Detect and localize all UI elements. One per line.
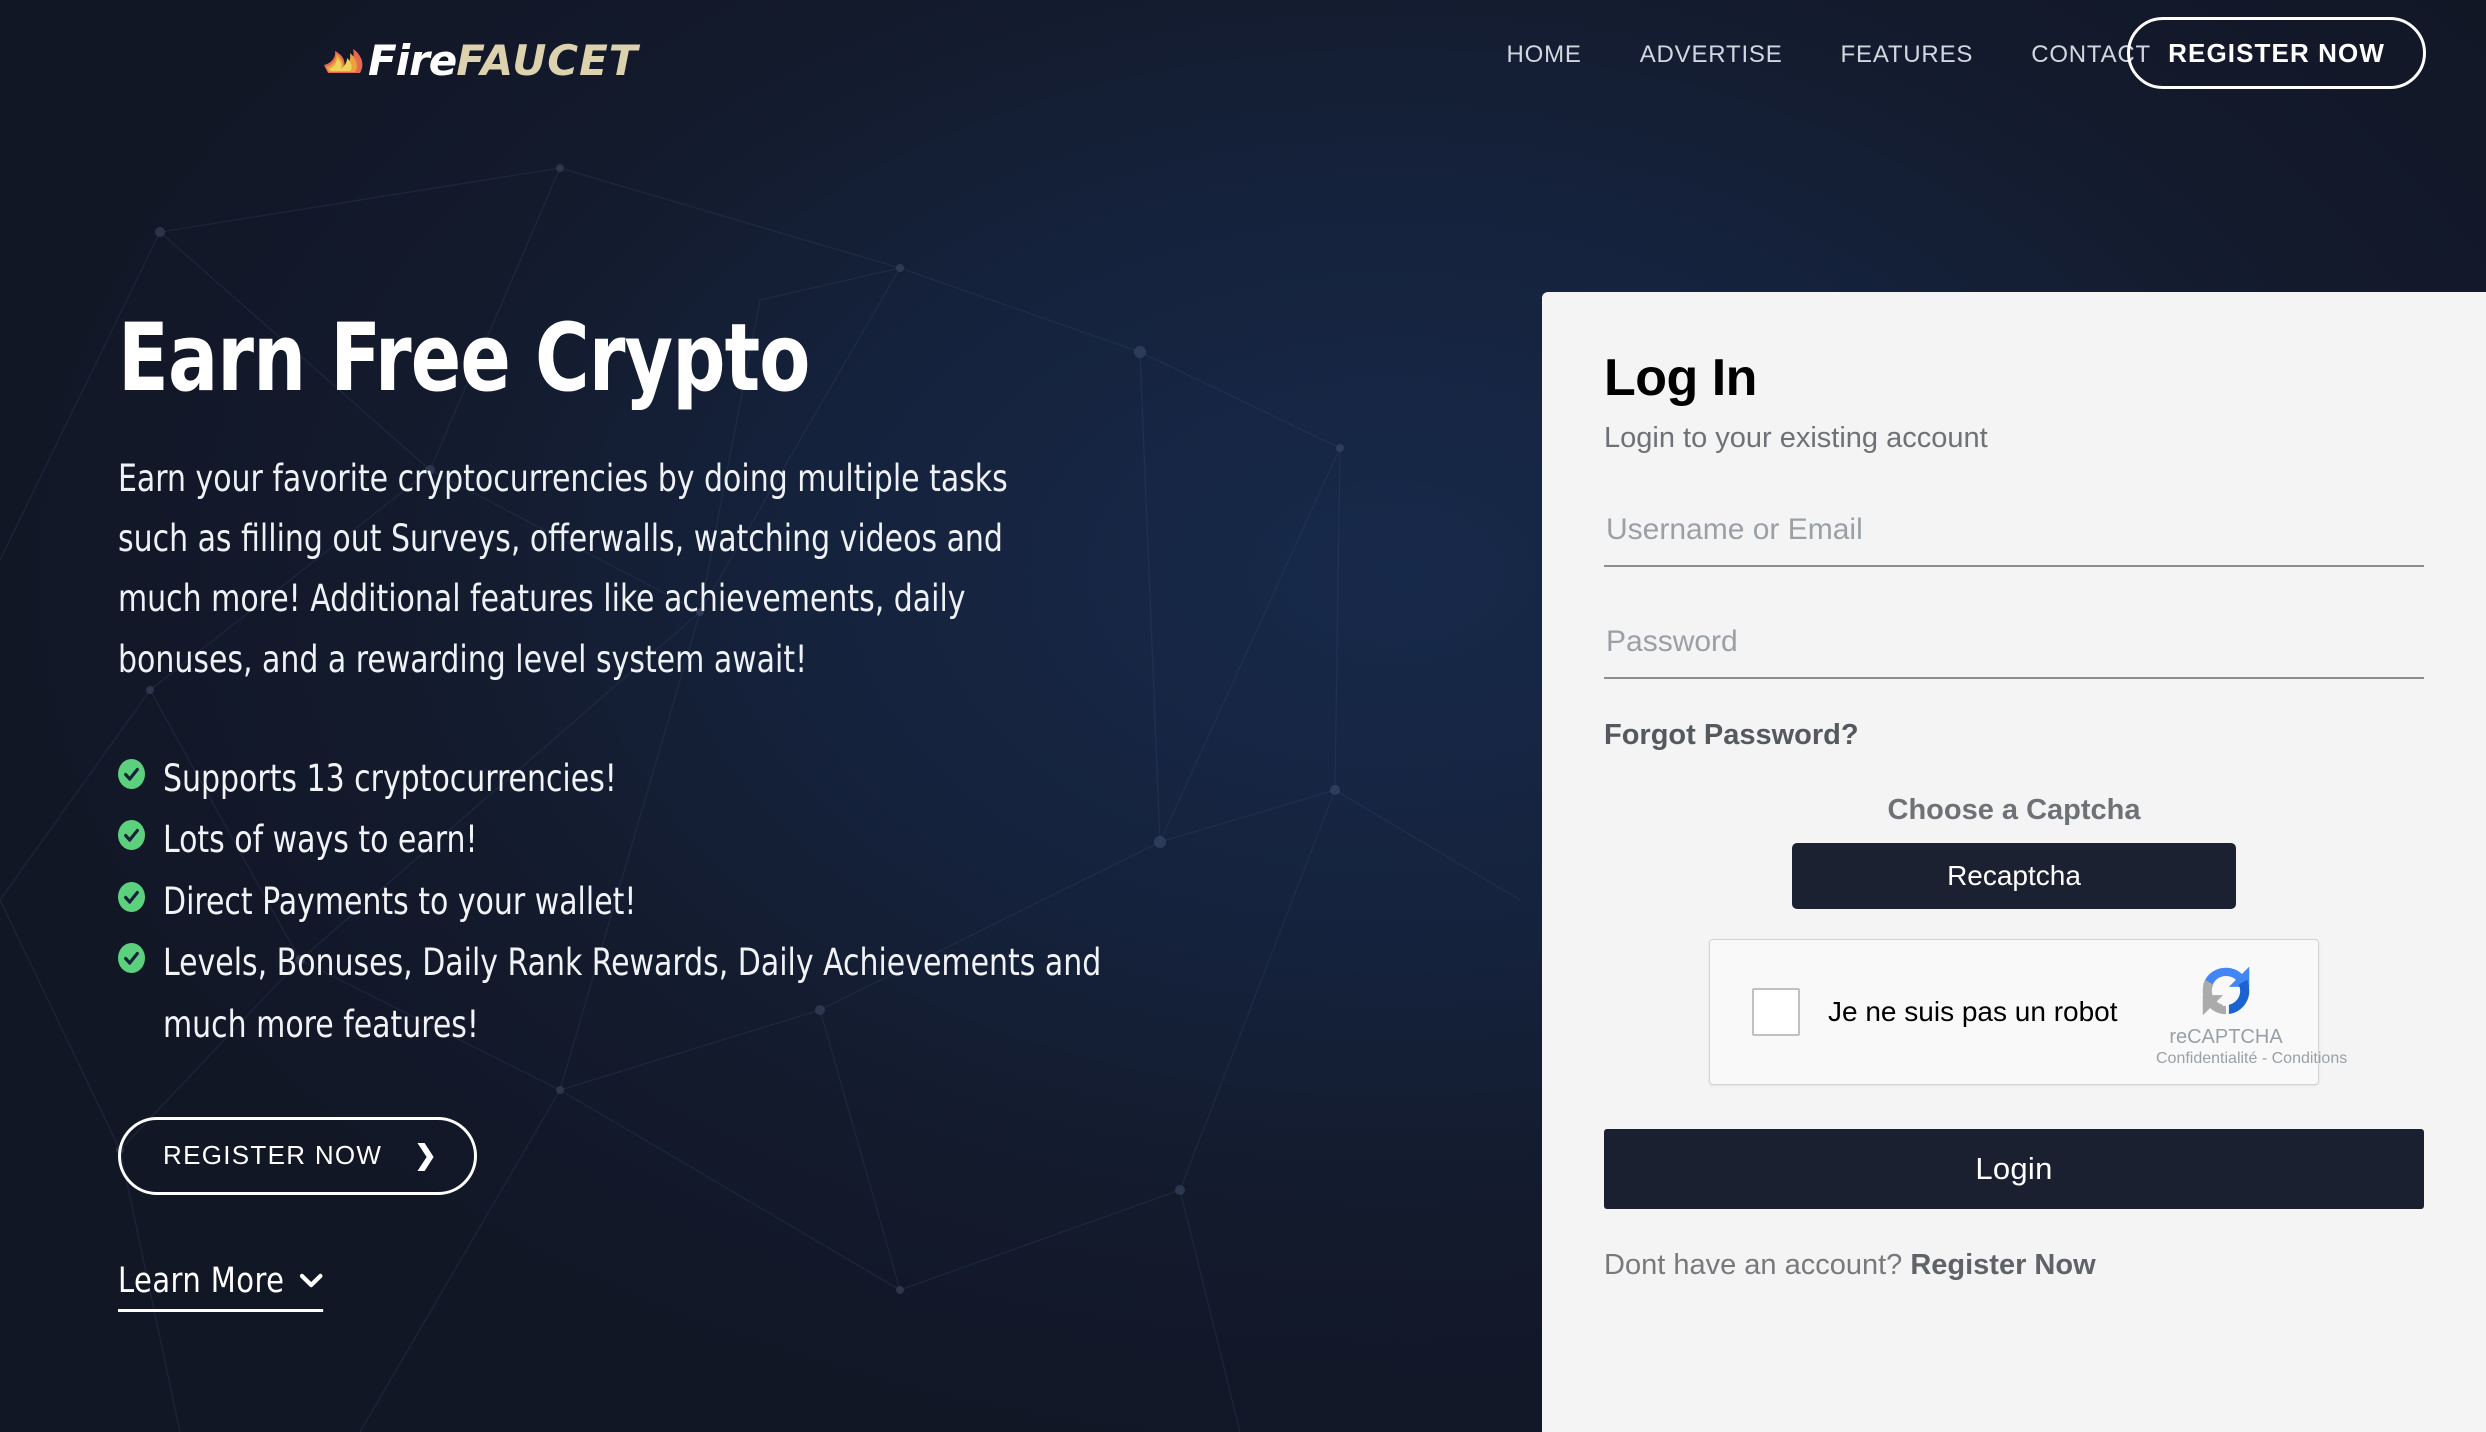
choose-captcha-label: Choose a Captcha (1887, 794, 2141, 826)
feature-item: Direct Payments to your wallet! (118, 871, 1126, 932)
logo-text-faucet: FAUCET (456, 35, 639, 85)
learn-more-link[interactable]: Learn More (118, 1260, 324, 1312)
signup-register-link[interactable]: Register Now (1910, 1249, 2095, 1281)
chevron-right-icon: ❯ (414, 1140, 439, 1171)
hero-section: Earn Free Crypto Earn your favorite cryp… (118, 304, 1238, 1312)
recaptcha-option-button[interactable]: Recaptcha (1792, 843, 2236, 909)
check-circle-icon (118, 943, 145, 974)
hero-description: Earn your favorite cryptocurrencies by d… (118, 456, 1008, 681)
check-circle-icon (118, 820, 145, 851)
site-header: FireFAUCET HOME ADVERTISE FEATURES CONTA… (0, 0, 2486, 128)
check-circle-icon (118, 758, 145, 789)
login-subtitle: Login to your existing account (1604, 422, 1988, 454)
hero-register-now-button[interactable]: REGISTER NOW ❯ (118, 1116, 478, 1195)
feature-label: Direct Payments to your wallet! (163, 879, 637, 923)
recaptcha-brand-name: reCAPTCHA (2169, 1026, 2283, 1048)
recaptcha-logo-icon (2156, 960, 2296, 1022)
password-field-wrapper (1604, 619, 2424, 679)
recaptcha-branding: reCAPTCHA Confidentialité - Conditions (2156, 960, 2347, 1068)
site-logo[interactable]: FireFAUCET (322, 36, 638, 85)
feature-item: Lots of ways to earn! (118, 809, 1126, 870)
chevron-down-icon (299, 1266, 323, 1296)
recaptcha-widget[interactable]: Je ne suis pas un robot reCAPTCHA Confid… (1709, 939, 2347, 1085)
header-register-now-button[interactable]: REGISTER NOW (2127, 17, 2426, 89)
feature-label: Lots of ways to earn! (163, 818, 478, 862)
recaptcha-terms-link[interactable]: Confidentialité - Conditions (2156, 1050, 2347, 1068)
hero-register-label: REGISTER NOW (163, 1140, 383, 1171)
recaptcha-checkbox[interactable] (1752, 988, 1800, 1036)
login-title: Log In (1604, 349, 1757, 407)
learn-more-label: Learn More (118, 1260, 285, 1301)
hero-feature-list: Supports 13 cryptocurrencies! Lots of wa… (118, 748, 1126, 1055)
hero-title: Earn Free Crypto (118, 304, 810, 413)
logo-text: FireFAUCET (368, 36, 638, 85)
login-panel: Log In Login to your existing account Fo… (1542, 292, 2486, 1432)
feature-label: Levels, Bonuses, Daily Rank Rewards, Dai… (163, 941, 1102, 1046)
check-circle-icon (118, 881, 145, 912)
main-navigation: HOME ADVERTISE FEATURES CONTACT (1478, 41, 2180, 69)
feature-label: Supports 13 cryptocurrencies! (163, 756, 617, 800)
forgot-password-link[interactable]: Forgot Password? (1604, 719, 2424, 752)
username-input[interactable] (1604, 507, 2424, 567)
feature-item: Levels, Bonuses, Daily Rank Rewards, Dai… (118, 932, 1126, 1055)
logo-text-fire: Fire (368, 35, 457, 85)
feature-item: Supports 13 cryptocurrencies! (118, 748, 1126, 809)
signup-prompt: Dont have an account? Register Now (1604, 1249, 2424, 1282)
nav-item-home[interactable]: HOME (1478, 41, 1611, 69)
password-input[interactable] (1604, 619, 2424, 679)
login-submit-button[interactable]: Login (1604, 1129, 2424, 1209)
nav-item-features[interactable]: FEATURES (1812, 41, 2003, 69)
signup-prompt-text: Dont have an account? (1604, 1249, 1911, 1281)
recaptcha-checkbox-label: Je ne suis pas un robot (1828, 996, 2118, 1027)
username-field-wrapper (1604, 507, 2424, 567)
flame-icon (324, 49, 363, 73)
nav-item-advertise[interactable]: ADVERTISE (1611, 41, 1812, 69)
